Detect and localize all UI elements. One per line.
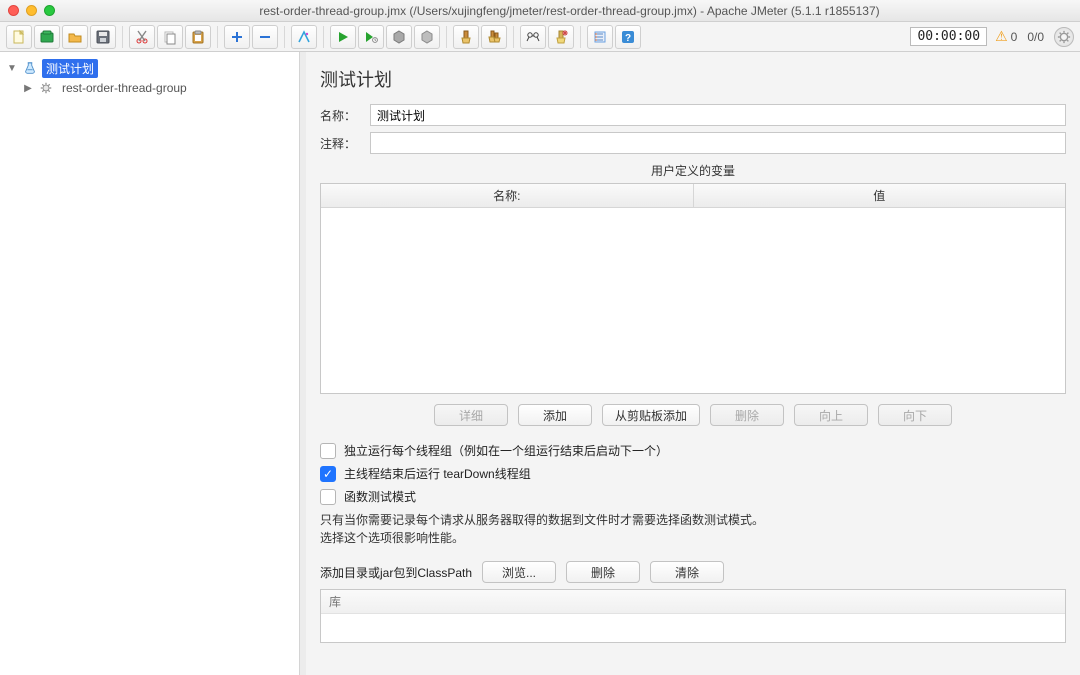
tree-node-test-plan[interactable]: ▼ 测试计划 [0,58,299,78]
disclosure-triangle-icon[interactable]: ▼ [6,63,18,74]
name-label: 名称： [320,107,370,124]
classpath-delete-button[interactable]: 删除 [566,561,640,583]
start-no-timers-button[interactable] [358,25,384,49]
vars-caption: 用户定义的变量 [320,162,1066,179]
search-button[interactable] [520,25,546,49]
elapsed-timer: 00:00:00 [910,27,987,46]
functional-test-checkbox[interactable] [320,489,336,505]
warning-icon: ⚠ [995,28,1008,45]
toggle-button[interactable] [291,25,317,49]
help-button[interactable]: ? [615,25,641,49]
cut-button[interactable] [129,25,155,49]
down-button: 向下 [878,404,952,426]
vars-body[interactable] [321,208,1065,393]
paste-button[interactable] [185,25,211,49]
clear-button[interactable] [453,25,479,49]
open-file-button[interactable] [62,25,88,49]
browse-button[interactable]: 浏览... [482,561,556,583]
shutdown-button[interactable] [414,25,440,49]
classpath-list-header: 库 [321,590,1065,614]
status-gear-icon [1054,27,1074,47]
name-field[interactable] [370,104,1066,126]
add-button[interactable]: 添加 [518,404,592,426]
new-file-button[interactable] [6,25,32,49]
zoom-window-button[interactable] [44,5,55,16]
classpath-clear-button[interactable]: 清除 [650,561,724,583]
minimize-window-button[interactable] [26,5,37,16]
collapse-button[interactable] [252,25,278,49]
save-button[interactable] [90,25,116,49]
copy-button[interactable] [157,25,183,49]
add-from-clipboard-button[interactable]: 从剪贴板添加 [602,404,700,426]
toolbar: ? 00:00:00 ⚠ 0 0/0 [0,22,1080,52]
classpath-list[interactable]: 库 [320,589,1066,643]
gear-icon [38,80,54,96]
templates-button[interactable] [34,25,60,49]
vars-col-name[interactable]: 名称: [321,184,694,207]
comment-field[interactable] [370,132,1066,154]
delete-button: 删除 [710,404,784,426]
vars-col-value[interactable]: 值 [694,184,1066,207]
functional-test-label: 函数测试模式 [344,488,416,505]
serial-threadgroups-label: 独立运行每个线程组（例如在一个组运行结束后启动下一个） [344,442,668,459]
reset-search-button[interactable] [548,25,574,49]
window-title: rest-order-thread-group.jmx (/Users/xuji… [67,4,1072,18]
up-button: 向上 [794,404,868,426]
user-defined-variables-table[interactable]: 名称: 值 [320,183,1066,394]
start-button[interactable] [330,25,356,49]
detail-button: 详细 [434,404,508,426]
tree-node-label: rest-order-thread-group [58,80,191,96]
warning-count: 0 [1011,30,1018,44]
close-window-button[interactable] [8,5,19,16]
warning-indicator[interactable]: ⚠ 0 [995,28,1017,45]
titlebar: rest-order-thread-group.jmx (/Users/xuji… [0,0,1080,22]
teardown-checkbox[interactable] [320,466,336,482]
classpath-label: 添加目录或jar包到ClassPath [320,564,472,581]
comment-label: 注释： [320,135,370,152]
expand-button[interactable] [224,25,250,49]
functional-test-hint: 只有当你需要记录每个请求从服务器取得的数据到文件时才需要选择函数测试模式。 选择… [320,511,1066,547]
window-controls [8,5,55,16]
teardown-label: 主线程结束后运行 tearDown线程组 [344,465,531,482]
serial-threadgroups-checkbox[interactable] [320,443,336,459]
flask-icon [22,60,38,76]
tree-node-thread-group[interactable]: ▶ rest-order-thread-group [0,78,299,98]
test-plan-tree[interactable]: ▼ 测试计划 ▶ rest-order-thread-group [0,52,300,675]
test-plan-panel: 测试计划 名称： 注释： 用户定义的变量 名称: 值 详细 添加 从剪贴板添加 … [306,52,1080,675]
clear-all-button[interactable] [481,25,507,49]
disclosure-triangle-icon[interactable]: ▶ [22,83,34,94]
tree-node-label: 测试计划 [42,59,98,78]
stop-button[interactable] [386,25,412,49]
panel-heading: 测试计划 [320,66,1066,92]
function-helper-button[interactable] [587,25,613,49]
active-threads: 0/0 [1027,30,1044,44]
svg-text:?: ? [625,33,631,44]
